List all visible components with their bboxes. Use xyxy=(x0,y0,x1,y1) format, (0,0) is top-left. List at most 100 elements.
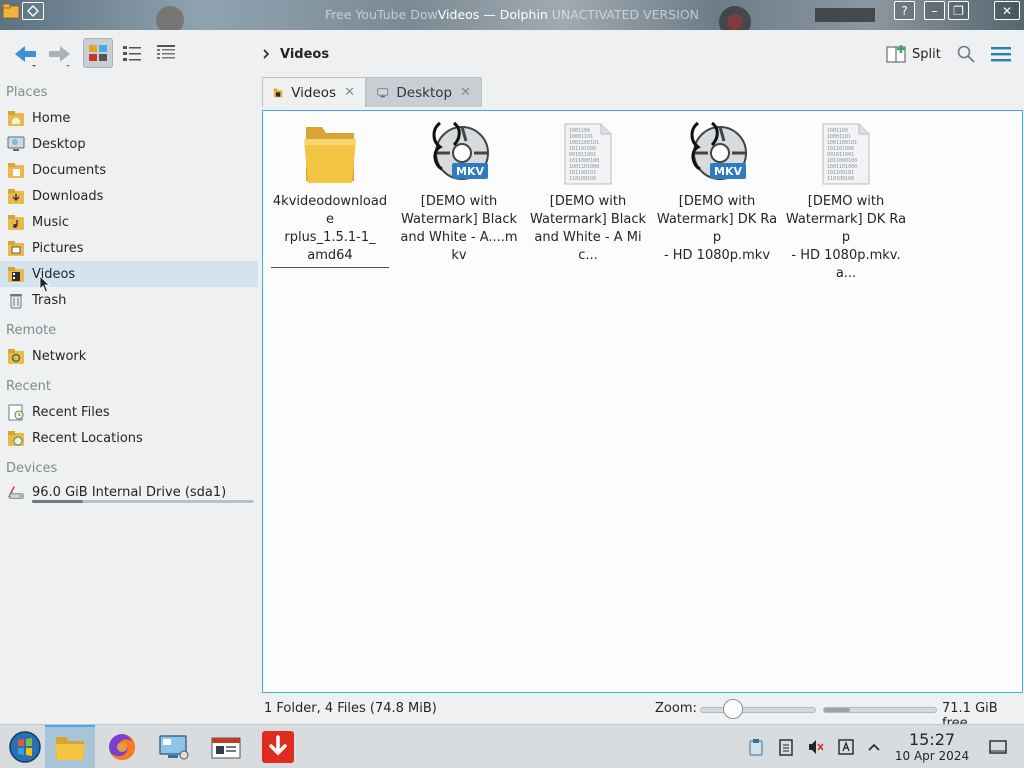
tray-notes[interactable] xyxy=(776,737,796,757)
section-places: Places xyxy=(6,85,48,100)
split-view-icon xyxy=(886,45,906,63)
file-item-mkv[interactable]: MKV [DEMO with Watermark] DK Rap - HD 10… xyxy=(655,119,779,265)
file-name: [DEMO with Watermark] DK Rap - HD 1080p.… xyxy=(656,194,778,263)
minimize-button[interactable]: – xyxy=(924,1,945,20)
file-view[interactable]: 4kvideodownloade rplus_1.5.1-1_ amd64 MK… xyxy=(262,110,1023,693)
svg-text:MKV: MKV xyxy=(456,165,484,178)
back-arrow-icon xyxy=(15,46,36,67)
taskbar-app[interactable] xyxy=(201,725,251,768)
sidebar-item-downloads[interactable]: Downloads xyxy=(0,183,258,209)
close-button[interactable]: ✕ xyxy=(994,1,1020,20)
clipboard-icon xyxy=(749,739,763,756)
breadcrumb[interactable]: Videos xyxy=(262,44,329,64)
split-button[interactable]: Split xyxy=(886,42,941,66)
forward-button[interactable] xyxy=(44,42,76,68)
file-item-text[interactable]: 1001100 10001101 1001100101 101101000 001011… xyxy=(526,119,650,265)
mouse-cursor-icon xyxy=(39,275,50,293)
compact-view-icon xyxy=(123,46,141,61)
drive-usage-bar xyxy=(32,500,254,503)
recent-files-icon xyxy=(8,404,24,421)
sidebar-item-home[interactable]: Home xyxy=(0,105,258,131)
trash-icon xyxy=(10,294,22,309)
firefox-icon xyxy=(109,734,135,760)
maximize-button[interactable]: ❐ xyxy=(948,1,969,20)
monitor-icon xyxy=(159,735,189,760)
mkv-video-icon: MKV xyxy=(432,121,489,180)
tab-label: Videos xyxy=(291,84,337,101)
taskbar-youtube-downloader[interactable] xyxy=(253,725,303,768)
desktop-icon xyxy=(7,136,25,151)
breadcrumb-current[interactable]: Videos xyxy=(280,47,329,62)
clock-date: 10 Apr 2024 xyxy=(894,749,970,763)
home-folder-icon xyxy=(8,111,24,126)
tab-videos[interactable]: Videos ✕ xyxy=(262,77,366,107)
drive-usage-fill xyxy=(32,500,84,503)
icons-view-icon xyxy=(89,45,107,61)
show-desktop-icon xyxy=(989,740,1007,754)
sidebar-item-network[interactable]: Network xyxy=(0,343,258,369)
file-item-folder[interactable]: 4kvideodownloade rplus_1.5.1-1_ amd64 xyxy=(268,119,392,268)
close-tab-icon[interactable]: ✕ xyxy=(460,85,471,100)
file-name: 4kvideodownloade rplus_1.5.1-1_ amd64 xyxy=(271,193,389,268)
window-title: Free YouTube DowVideos — Dolphin UNACTIV… xyxy=(324,7,700,22)
chevron-up-icon xyxy=(868,743,880,751)
status-bar: 1 Folder, 4 Files (74.8 MiB) Zoom: 71.1 … xyxy=(0,697,1024,731)
documents-folder-icon xyxy=(8,163,24,178)
icons-view-button[interactable] xyxy=(83,38,113,68)
desktop-icon xyxy=(377,87,389,97)
sidebar-item-label: Trash xyxy=(32,292,67,308)
tab-bar: Videos ✕ Desktop ✕ xyxy=(262,77,482,107)
file-item-text[interactable]: 1001100 10001101 1001100101 101101000 001011… xyxy=(784,119,908,283)
file-name: [DEMO with Watermark] Black and White - … xyxy=(400,194,518,263)
zoom-slider[interactable] xyxy=(700,707,816,713)
taskbar-system-settings[interactable] xyxy=(149,725,199,768)
show-desktop-button[interactable] xyxy=(988,737,1008,757)
download-arrow-icon xyxy=(262,731,294,763)
downloads-folder-icon xyxy=(8,189,24,204)
taskbar-firefox[interactable] xyxy=(97,725,147,768)
sidebar-item-label: Recent Files xyxy=(32,404,110,420)
folder-icon xyxy=(304,127,356,183)
network-folder-icon xyxy=(8,349,24,364)
help-button[interactable]: ? xyxy=(894,1,915,20)
sidebar-item-recent-locations[interactable]: Recent Locations xyxy=(0,425,258,451)
zoom-slider-handle[interactable] xyxy=(723,699,744,719)
sidebar-item-label: 96.0 GiB Internal Drive (sda1) xyxy=(32,484,227,500)
section-devices: Devices xyxy=(6,461,58,476)
sidebar-item-documents[interactable]: Documents xyxy=(0,157,258,183)
sidebar-item-label: Music xyxy=(32,214,69,230)
sidebar-item-recent-files[interactable]: Recent Files xyxy=(0,399,258,425)
music-folder-icon xyxy=(8,215,24,230)
tray-keyboard[interactable] xyxy=(836,737,856,757)
menu-button[interactable] xyxy=(989,43,1013,65)
zoom-label: Zoom: xyxy=(655,701,697,716)
tab-desktop[interactable]: Desktop ✕ xyxy=(366,77,482,107)
sidebar-item-label: Recent Locations xyxy=(32,430,143,446)
sidebar-item-pictures[interactable]: Pictures xyxy=(0,235,258,261)
back-button[interactable] xyxy=(10,42,42,68)
search-button[interactable] xyxy=(955,43,977,65)
tray-expand[interactable] xyxy=(864,737,884,757)
notes-icon xyxy=(779,739,793,756)
tray-clipboard[interactable] xyxy=(746,737,766,757)
start-orb-icon xyxy=(9,731,41,763)
file-item-mkv[interactable]: MKV [DEMO with Watermark] Black and Whit… xyxy=(397,119,521,265)
svg-text:110100100: 110100100 xyxy=(569,176,596,182)
sidebar-item-music[interactable]: Music xyxy=(0,209,258,235)
compact-view-button[interactable] xyxy=(117,38,147,68)
volume-muted-icon xyxy=(809,740,824,754)
sidebar-item-label: Downloads xyxy=(32,188,104,204)
file-name: [DEMO with Watermark] DK Rap - HD 1080p.… xyxy=(785,194,907,281)
free-space-fill xyxy=(824,708,850,712)
videos-folder-icon xyxy=(8,267,24,282)
close-tab-icon[interactable]: ✕ xyxy=(344,85,355,100)
sidebar-item-desktop[interactable]: Desktop xyxy=(0,131,258,157)
input-method-icon xyxy=(838,739,854,755)
chevron-right-icon xyxy=(263,49,270,59)
start-menu-button[interactable] xyxy=(0,725,50,768)
clock[interactable]: 15:27 10 Apr 2024 xyxy=(892,731,972,764)
tray-volume[interactable] xyxy=(806,737,826,757)
taskbar-dolphin[interactable] xyxy=(45,725,95,768)
details-view-button[interactable] xyxy=(151,38,181,68)
sidebar-item-label: Pictures xyxy=(32,240,84,256)
